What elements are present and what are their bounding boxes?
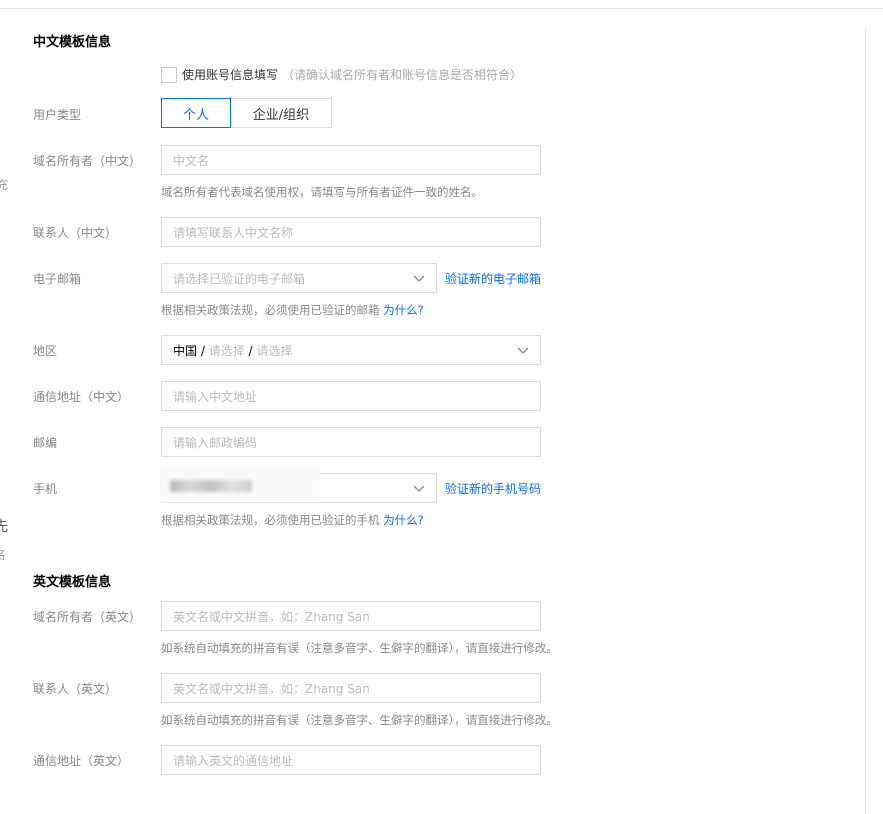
top-bar: [0, 0, 883, 9]
region-select[interactable]: 中国 / 请选择 / 请选择: [161, 335, 541, 365]
en-section-title: 英文模板信息: [33, 575, 112, 590]
phone-hint: 根据相关政策法规，必须使用已验证的手机 为什么?: [161, 512, 424, 528]
user-type-organization[interactable]: 企业/组织: [231, 98, 332, 128]
use-account-note: （请确认域名所有者和账号信息是否相符合）: [282, 68, 523, 82]
email-hint-text: 根据相关政策法规，必须使用已验证的邮箱: [161, 303, 380, 317]
region-province-placeholder: 请选择: [208, 343, 245, 358]
address-cn-input[interactable]: 请输入中文地址: [161, 381, 541, 411]
use-account-checkbox[interactable]: [161, 66, 177, 83]
email-label: 电子邮箱: [33, 272, 82, 286]
contact-cn-placeholder: 请填写联系人中文名称: [173, 225, 294, 240]
background-fragment: 名: [0, 548, 7, 562]
owner-en-input[interactable]: 英文名或中文拼音，如：Zhang San: [161, 601, 541, 631]
chevron-down-icon: [413, 485, 425, 492]
owner-cn-label: 域名所有者（中文）: [33, 154, 142, 168]
region-city-placeholder: 请选择: [256, 343, 293, 358]
user-type-segmented: 个人 企业/组织: [161, 98, 332, 128]
zip-placeholder: 请输入邮政编码: [173, 435, 258, 450]
owner-en-placeholder: 英文名或中文拼音，如：Zhang San: [173, 609, 370, 624]
owner-cn-placeholder: 中文名: [173, 153, 210, 168]
email-select[interactable]: 请选择已验证的电子邮箱: [161, 263, 437, 293]
address-en-label: 通信地址（英文）: [33, 754, 130, 768]
address-cn-placeholder: 请输入中文地址: [173, 389, 258, 404]
contact-en-hint: 如系统自动填充的拼音有误（注意多音字、生僻字的翻译），请直接进行修改。: [161, 713, 558, 727]
owner-en-label: 域名所有者（英文）: [33, 610, 142, 624]
contact-en-input[interactable]: 英文名或中文拼音，如：Zhang San: [161, 673, 541, 703]
region-country: 中国: [173, 343, 198, 358]
user-type-label: 用户类型: [33, 108, 82, 122]
owner-en-hint: 如系统自动填充的拼音有误（注意多音字、生僻字的翻译），请直接进行修改。: [161, 641, 558, 655]
cn-section-title: 中文模板信息: [33, 35, 112, 50]
contact-cn-label: 联系人（中文）: [33, 226, 118, 240]
zip-label: 邮编: [33, 436, 58, 450]
use-account-row[interactable]: 使用账号信息填写 （请确认域名所有者和账号信息是否相符合）: [161, 66, 522, 83]
contact-en-label: 联系人（英文）: [33, 682, 118, 696]
address-en-placeholder: 请输入英文的通信地址: [173, 753, 294, 768]
verify-email-link[interactable]: 验证新的电子邮箱: [445, 270, 541, 287]
region-value: 中国 / 请选择 / 请选择: [173, 343, 293, 358]
background-fragment: 先: [0, 519, 8, 535]
contact-en-placeholder: 英文名或中文拼音，如：Zhang San: [173, 681, 370, 696]
user-type-individual[interactable]: 个人: [161, 98, 231, 128]
phone-label: 手机: [33, 482, 58, 496]
verify-phone-link[interactable]: 验证新的手机号码: [445, 480, 541, 497]
owner-cn-hint: 域名所有者代表域名使用权，请填写与所有者证件一致的姓名。: [161, 185, 483, 199]
email-why-link[interactable]: 为什么?: [383, 303, 424, 317]
background-fragment: 充: [0, 178, 9, 192]
redacted-phone-value: [170, 480, 252, 492]
address-cn-label: 通信地址（中文）: [33, 390, 130, 404]
email-placeholder: 请选择已验证的电子邮箱: [173, 271, 306, 286]
owner-cn-input[interactable]: 中文名: [161, 145, 541, 175]
chevron-down-icon: [413, 275, 425, 282]
email-hint: 根据相关政策法规，必须使用已验证的邮箱 为什么?: [161, 302, 424, 318]
right-divider: [865, 28, 866, 814]
zip-input[interactable]: 请输入邮政编码: [161, 427, 541, 457]
address-en-input[interactable]: 请输入英文的通信地址: [161, 745, 541, 775]
chevron-down-icon: [517, 347, 529, 354]
phone-hint-text: 根据相关政策法规，必须使用已验证的手机: [161, 513, 380, 527]
use-account-label[interactable]: 使用账号信息填写: [182, 66, 278, 83]
region-label: 地区: [33, 344, 58, 358]
phone-why-link[interactable]: 为什么?: [383, 513, 424, 527]
contact-cn-input[interactable]: 请填写联系人中文名称: [161, 217, 541, 247]
